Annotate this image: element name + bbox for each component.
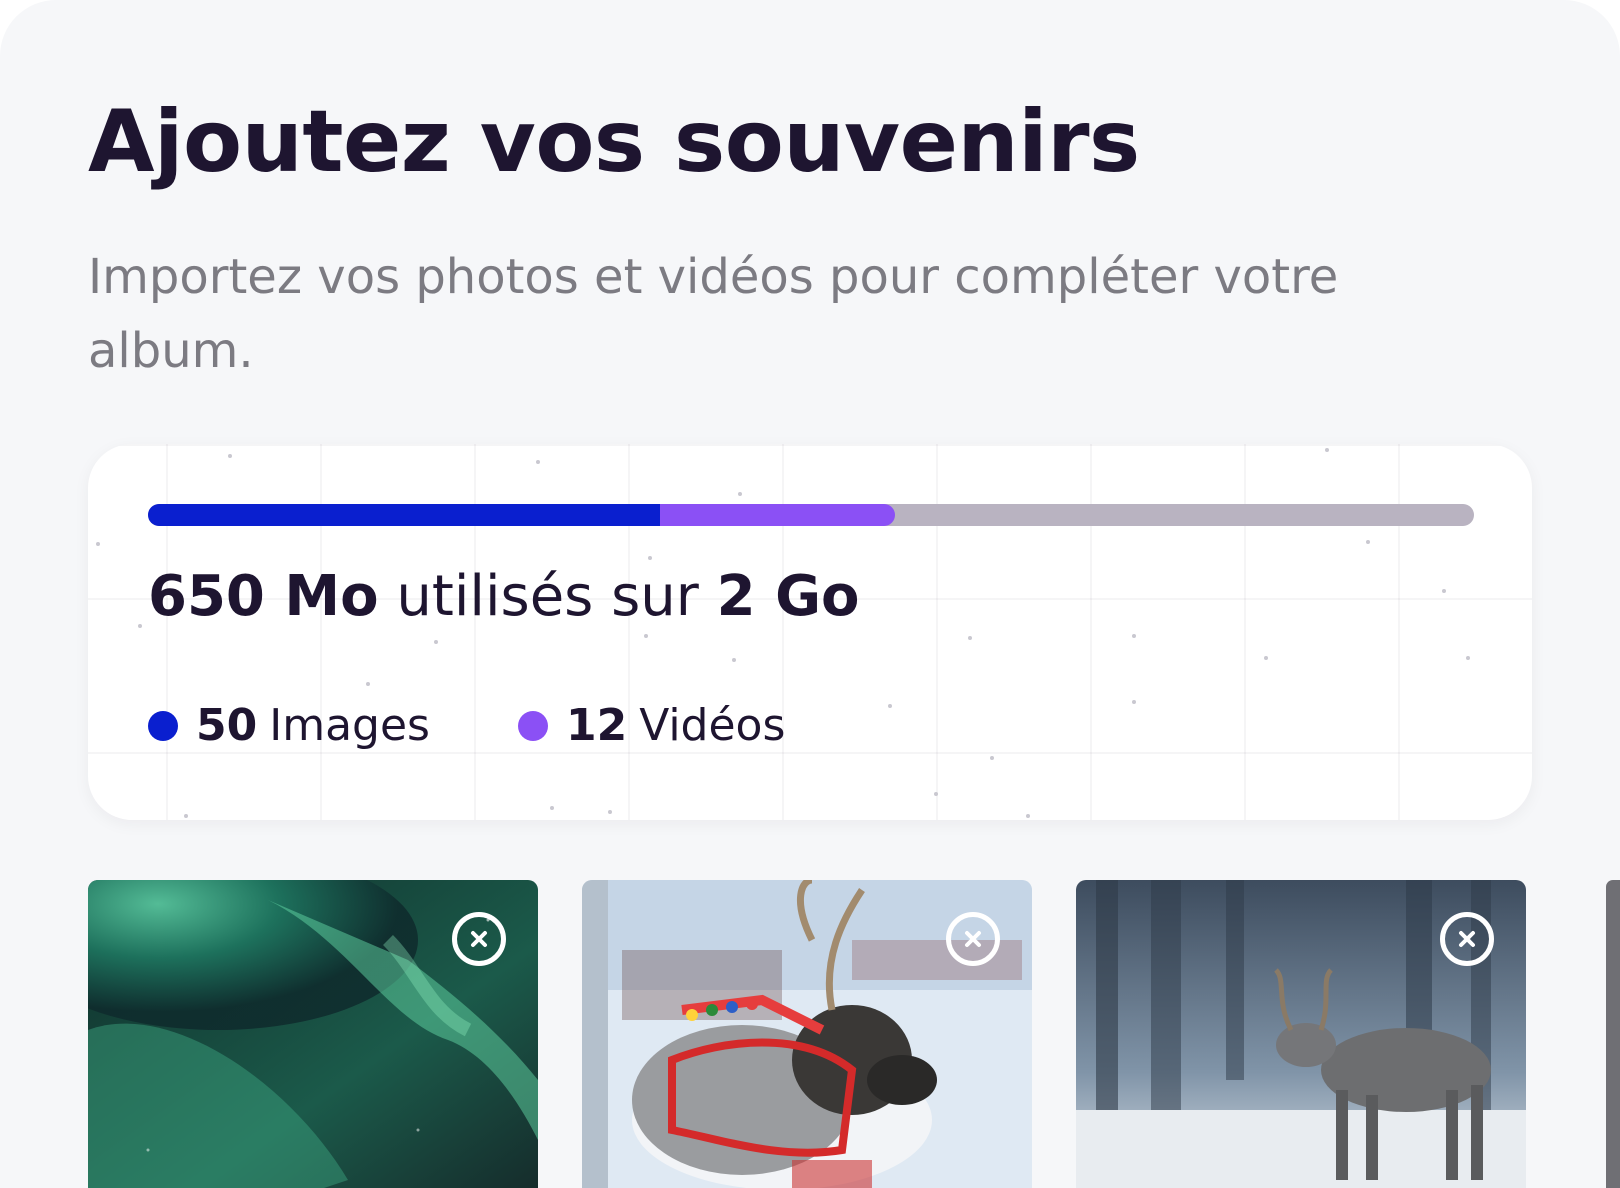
legend-count-images: 50	[196, 700, 258, 751]
page-title: Ajoutez vos souvenirs	[88, 92, 1140, 192]
card-dot-pattern	[88, 444, 1532, 820]
storage-card: 650 Mo utilisés sur 2 Go 50 Images 12 Vi…	[88, 444, 1532, 820]
storage-progress-bar	[148, 504, 1474, 526]
close-icon	[1459, 931, 1475, 947]
storage-legend: 50 Images 12 Vidéos	[148, 700, 785, 751]
legend-dot-images	[148, 710, 178, 741]
page-subtitle: Importez vos photos et vidéos pour compl…	[88, 249, 1339, 379]
storage-used-value: 650 Mo	[148, 564, 379, 629]
remove-media-button[interactable]	[946, 912, 1000, 966]
storage-usage-text: 650 Mo utilisés sur 2 Go	[148, 564, 860, 629]
remove-media-button[interactable]	[452, 912, 506, 966]
close-icon	[965, 931, 981, 947]
legend-label-images: Images	[269, 700, 430, 751]
media-thumbnail-aurora[interactable]	[88, 880, 538, 1188]
legend-item-videos: 12 Vidéos	[517, 700, 786, 751]
progress-segment-videos	[659, 504, 895, 526]
storage-total-value: 2 Go	[716, 564, 860, 629]
upload-panel: Ajoutez vos souvenirs Importez vos photo…	[0, 0, 1620, 1188]
legend-count-videos: 12	[565, 700, 628, 751]
media-thumbnail-reindeer-forest[interactable]	[1076, 880, 1526, 1188]
media-thumbnail-reindeer-harness[interactable]	[582, 880, 1032, 1188]
horizontal-scroll-indicator[interactable]	[1606, 880, 1620, 1188]
legend-dot-videos	[517, 710, 548, 741]
storage-used-label: utilisés sur	[378, 564, 717, 629]
remove-media-button[interactable]	[1440, 912, 1494, 966]
progress-segment-images	[148, 504, 660, 526]
close-icon	[471, 931, 487, 947]
legend-label-videos: Vidéos	[639, 700, 786, 751]
legend-item-images: 50 Images	[148, 700, 430, 751]
